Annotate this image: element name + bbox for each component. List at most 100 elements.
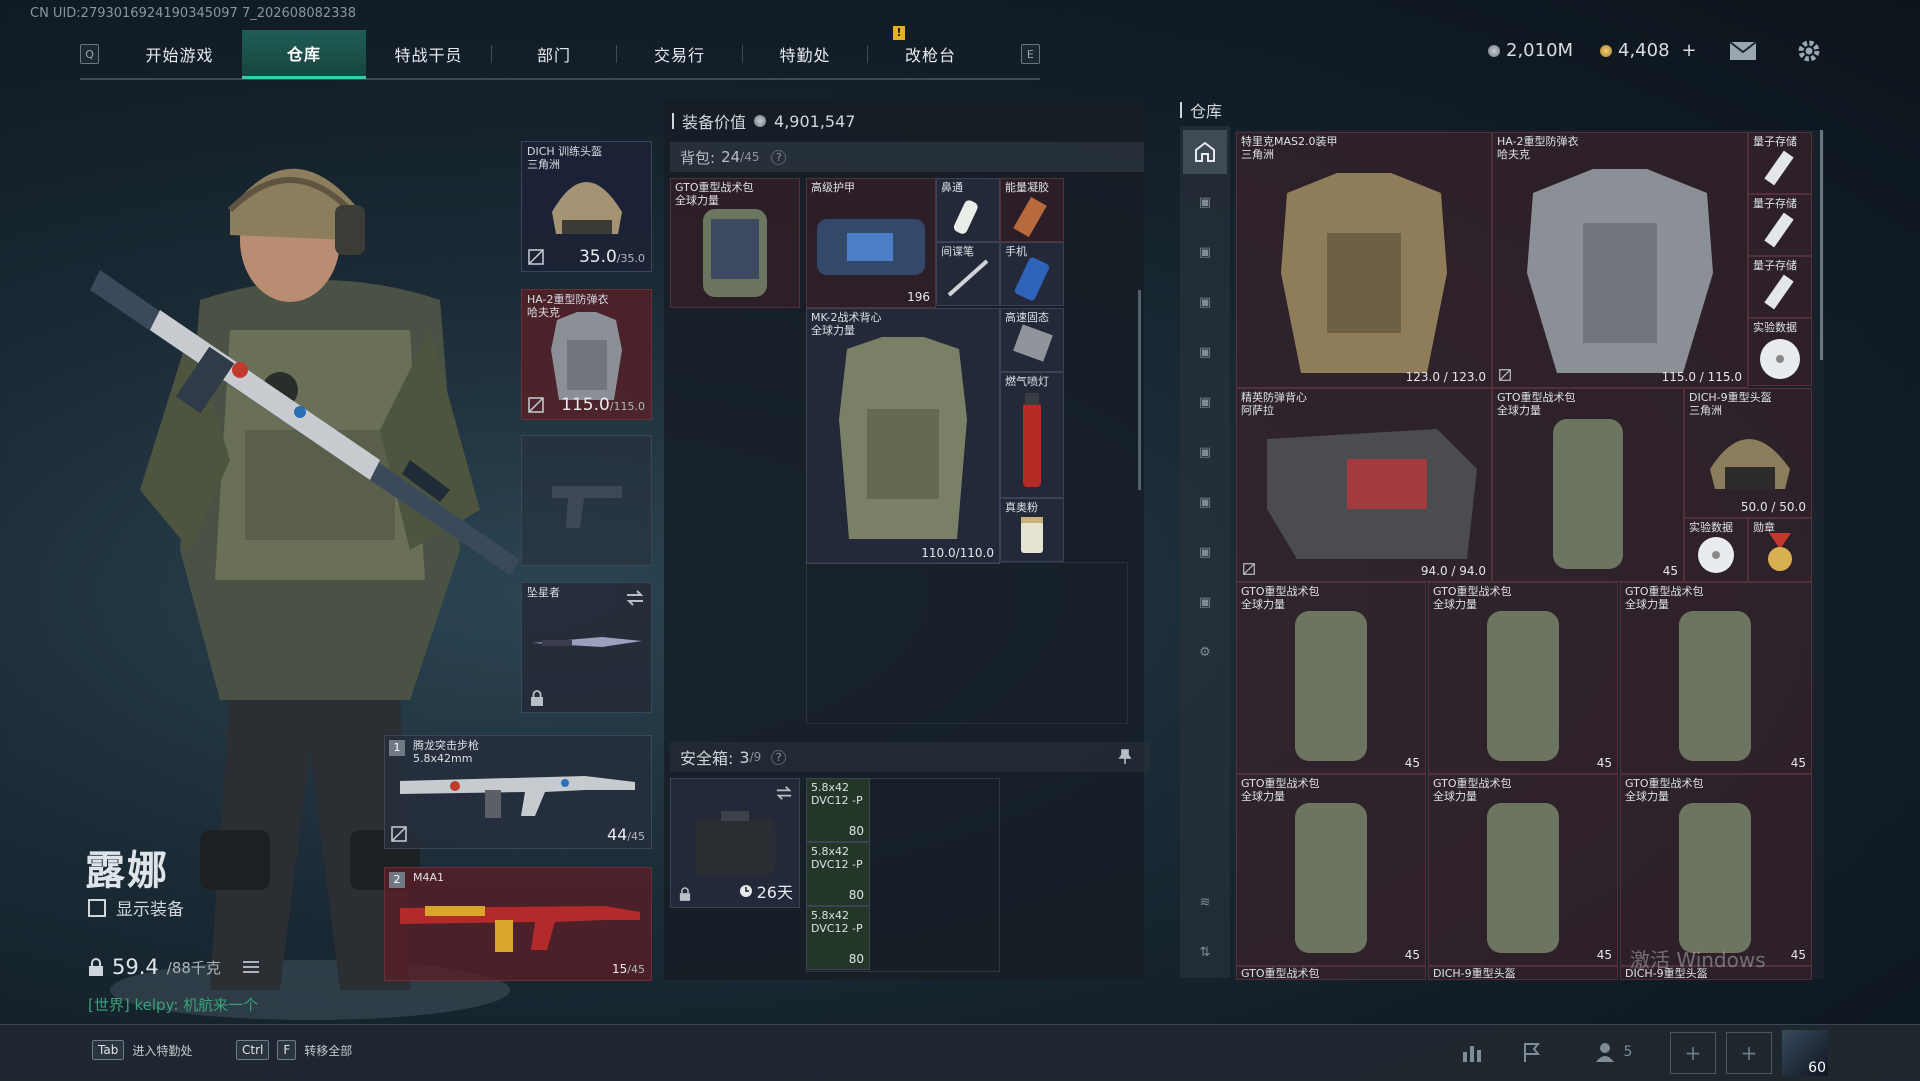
storage-item-quantum-2[interactable]: 量子存储	[1748, 194, 1812, 256]
storage-item-ha2-armor[interactable]: HA-2重型防弹衣 哈夫克 115.0 / 115.0	[1492, 132, 1748, 388]
backpack-empty-grid	[806, 562, 1128, 724]
backpack-item-powder[interactable]: 真奥粉	[1000, 498, 1064, 562]
backpack-item-armor-plate[interactable]: 高级护甲 196	[806, 178, 936, 308]
backpack-max: /45	[740, 150, 760, 164]
tab-start-game[interactable]: 开始游戏	[117, 31, 242, 77]
enter-special-ops-button[interactable]: Tab 进入特勤处	[92, 1040, 192, 1060]
armor-slot[interactable]: HA-2重型防弹衣 哈夫克 115.0/115.0	[521, 289, 652, 420]
mail-icon[interactable]	[1728, 38, 1758, 64]
backpack-icon	[1679, 611, 1751, 761]
lock-icon	[531, 690, 543, 706]
storage-settings-icon[interactable]: ⚙	[1183, 630, 1227, 674]
storage-item-gto-pack[interactable]: GTO重型战术包 全球力量 45	[1428, 774, 1618, 966]
safebox-ammo-1[interactable]: 5.8x42 DVC12 -P 80	[806, 778, 870, 842]
show-gear-toggle[interactable]: 显示装备	[88, 895, 184, 920]
backpack-item-ssd[interactable]: 高速固态	[1000, 308, 1064, 372]
tab-gunsmith[interactable]: 改枪台	[868, 31, 993, 77]
backpack-item-phone[interactable]: 手机	[1000, 242, 1064, 306]
flag-icon[interactable]	[1510, 1032, 1554, 1072]
tab-department[interactable]: 部门	[492, 31, 617, 77]
backpack-item-nasal-spray[interactable]: 鼻通	[936, 178, 1000, 242]
blowtorch-icon	[1023, 393, 1041, 487]
storage-item-lab-data-1[interactable]: 实验数据	[1748, 318, 1812, 386]
storage-tab-3-icon[interactable]: ▣	[1183, 230, 1227, 274]
usb-icon	[1764, 274, 1794, 310]
operator-name: 露娜	[85, 848, 169, 894]
primary-weapon-slot[interactable]: 1 腾龙突击步枪 5.8x42mm 44/45	[384, 735, 652, 849]
storage-item-quantum-1[interactable]: 量子存储	[1748, 132, 1812, 194]
chat-message: kelpy: 机航来一个	[134, 996, 259, 1014]
help-icon[interactable]: ?	[771, 749, 787, 765]
storage-item-gto-pack[interactable]: GTO重型战术包 全球力量 45	[1428, 582, 1618, 774]
no-repair-icon	[528, 249, 544, 265]
storage-tab-all-icon[interactable]	[1183, 130, 1227, 174]
storage-item-gto-pack[interactable]: GTO重型战术包 全球力量 45	[1620, 582, 1812, 774]
tab-operators[interactable]: 特战干员	[366, 31, 491, 77]
storage-sort-icon[interactable]: ⇅	[1183, 930, 1227, 974]
safebox-ammo-3[interactable]: 5.8x42 DVC12 -P 80	[806, 906, 870, 970]
friends-icon	[1595, 1043, 1614, 1062]
backpack-item-spy-pen[interactable]: 间谍笔	[936, 242, 1000, 306]
storage-item-helmet-partial[interactable]: DICH-9重型头盔	[1428, 966, 1618, 980]
storage-item-dich9-helmet[interactable]: DICH-9重型头盔 三角洲 50.0 / 50.0	[1684, 388, 1812, 518]
list-icon[interactable]	[242, 960, 259, 974]
gear-value-label: 装备价值	[682, 113, 747, 132]
tab-special-ops[interactable]: 特勤处	[743, 31, 868, 77]
backpack-icon	[1295, 611, 1367, 761]
tab-trading[interactable]: 交易行	[617, 31, 742, 77]
swap-icon[interactable]	[775, 785, 793, 801]
safebox-ammo-2[interactable]: 5.8x42 DVC12 -P 80	[806, 842, 870, 906]
safebox-case[interactable]: 26天	[670, 778, 800, 908]
storage-item-elite-vest[interactable]: 精英防弹背心 阿萨拉 94.0 / 94.0	[1236, 388, 1492, 582]
storage-item-gto-pack-partial[interactable]: GTO重型战术包	[1236, 966, 1426, 980]
storage-item-gto-pack[interactable]: GTO重型战术包 全球力量 45	[1236, 774, 1426, 966]
storage-item-gto-pack[interactable]: GTO重型战术包 全球力量 45	[1236, 582, 1426, 774]
storage-tab-10-icon[interactable]: ▣	[1183, 580, 1227, 624]
helmet-slot[interactable]: DICH 训练头盔 三角洲 35.0/35.0	[521, 141, 652, 272]
storage-tab-8-icon[interactable]: ▣	[1183, 480, 1227, 524]
storage-tab-7-icon[interactable]: ▣	[1183, 430, 1227, 474]
show-gear-checkbox[interactable]	[88, 898, 106, 917]
uid-label: CN UID:2793016924190345097 7_20260808233…	[30, 6, 356, 21]
storage-item-gto-pack[interactable]: GTO重型战术包 全球力量 45	[1492, 388, 1684, 582]
backpack-item-energy-gel[interactable]: 能量凝胶	[1000, 178, 1064, 242]
helmet-durability-max: /35.0	[616, 252, 645, 265]
storage-tab-6-icon[interactable]: ▣	[1183, 380, 1227, 424]
tab-warehouse[interactable]: 仓库	[241, 29, 367, 79]
storage-item-medal[interactable]: 勋章	[1748, 518, 1812, 582]
carry-weight: 59.4/88千克	[88, 955, 259, 979]
storage-item-gto-pack[interactable]: GTO重型战术包 全球力量 45	[1620, 774, 1812, 966]
storage-tab-4-icon[interactable]: ▣	[1183, 280, 1227, 324]
help-icon[interactable]: ?	[771, 149, 787, 165]
tab-key: Tab	[92, 1040, 125, 1060]
add-tokens-button[interactable]: +	[1682, 40, 1697, 61]
melee-slot[interactable]: 坠星者	[521, 582, 652, 713]
backpack-item-mk2-vest[interactable]: MK-2战术背心 全球力量 110.0/110.0	[806, 308, 1000, 564]
transfer-all-button[interactable]: Ctrl F 转移全部	[236, 1040, 352, 1060]
storage-tab-9-icon[interactable]: ▣	[1183, 530, 1227, 574]
storage-item-mas2-armor[interactable]: 特里克MAS2.0装甲 三角洲 123.0 / 123.0	[1236, 132, 1492, 388]
show-gear-label: 显示装备	[116, 900, 184, 920]
pistol-slot[interactable]	[521, 435, 652, 566]
item-count: 196	[907, 290, 930, 304]
backpack-item-blowtorch[interactable]: 燃气喷灯	[1000, 372, 1064, 498]
storage-scrollbar[interactable]	[1820, 130, 1823, 360]
storage-item-lab-data-2[interactable]: 实验数据	[1684, 518, 1748, 582]
storage-item-quantum-3[interactable]: 量子存储	[1748, 256, 1812, 318]
player-avatar[interactable]: 60	[1782, 1030, 1828, 1076]
settings-gear-icon[interactable]	[1794, 38, 1824, 64]
add-slot-1-button[interactable]: +	[1670, 1032, 1716, 1074]
safebox-header: 安全箱: 3/9 ?	[670, 742, 1150, 772]
scrollbar[interactable]	[1138, 290, 1141, 490]
pin-icon[interactable]	[1118, 749, 1132, 765]
add-slot-2-button[interactable]: +	[1726, 1032, 1772, 1074]
storage-layers-icon[interactable]: ≋	[1183, 880, 1227, 924]
backpack-item-gto-pack[interactable]: GTO重型战术包 全球力量	[670, 178, 800, 308]
primary-ammo-max: /45	[627, 830, 645, 843]
storage-tab-2-icon[interactable]: ▣	[1183, 180, 1227, 224]
friends-button[interactable]: 5	[1584, 1032, 1644, 1072]
secondary-weapon-slot[interactable]: 2 M4A1 15/45	[384, 867, 652, 981]
stats-icon[interactable]	[1450, 1032, 1494, 1072]
chat-line: [世界] kelpy: 机航来一个	[88, 994, 258, 1015]
storage-tab-5-icon[interactable]: ▣	[1183, 330, 1227, 374]
